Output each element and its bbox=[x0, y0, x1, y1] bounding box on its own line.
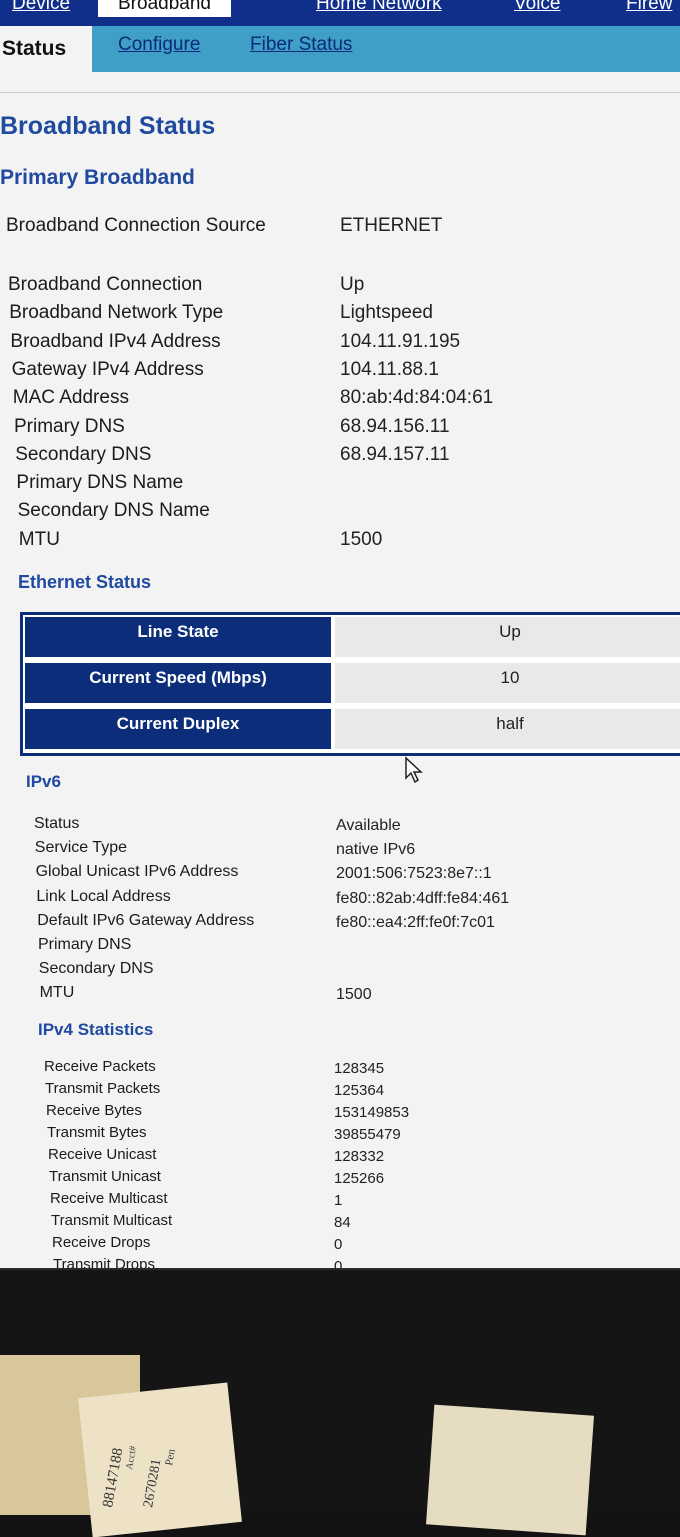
row-label: Primary DNS bbox=[14, 415, 125, 437]
subtab-configure[interactable]: Configure bbox=[118, 34, 200, 56]
row-value: native IPv6 bbox=[336, 841, 416, 859]
row-label: Link Local Address bbox=[36, 887, 171, 905]
row-label: Secondary DNS bbox=[15, 443, 152, 465]
row-value: 104.11.88.1 bbox=[340, 358, 439, 380]
nav-tab-home-network[interactable]: Home Network bbox=[316, 0, 442, 17]
paper-note bbox=[426, 1404, 594, 1536]
nav-tab-firewall[interactable]: Firew bbox=[626, 0, 672, 17]
table-row: Current Speed (Mbps) 10 bbox=[23, 661, 680, 705]
table-row: Line State Up bbox=[23, 615, 680, 659]
top-navigation: Device Broadband Home Network Voice Fire… bbox=[0, 0, 680, 26]
row-label: Receive Bytes bbox=[46, 1102, 142, 1119]
row-value: 1500 bbox=[340, 528, 383, 550]
line-state-label: Line State bbox=[23, 615, 333, 659]
row-label: Transmit Multicast bbox=[51, 1212, 173, 1229]
row-value: 80:ab:4d:84:04:61 bbox=[340, 387, 494, 409]
row-label: Default IPv6 Gateway Address bbox=[37, 911, 255, 929]
connection-source-value: ETHERNET bbox=[340, 215, 443, 236]
row-label: Primary DNS bbox=[38, 936, 132, 953]
subtab-status[interactable]: Status bbox=[0, 26, 92, 72]
page-title: Broadband Status bbox=[0, 112, 216, 140]
row-label: Status bbox=[34, 815, 80, 832]
row-label: Service Type bbox=[34, 839, 127, 857]
row-label: Broadband Network Type bbox=[9, 302, 224, 324]
current-speed-value: 10 bbox=[335, 663, 680, 703]
handwritten-note: 88147188 Acct# 2670281 Pen bbox=[100, 1445, 178, 1509]
row-label: Broadband IPv4 Address bbox=[10, 330, 221, 352]
row-value: fe80::ea4:2ff:fe0f:7c01 bbox=[336, 913, 495, 931]
row-label: Secondary DNS bbox=[38, 960, 154, 978]
connection-source-label: Broadband Connection Source bbox=[6, 215, 266, 236]
row-value: Up bbox=[340, 274, 365, 295]
divider bbox=[0, 92, 680, 93]
row-label: MAC Address bbox=[12, 387, 129, 409]
row-label: Receive Multicast bbox=[50, 1190, 168, 1207]
row-label: Receive Unicast bbox=[48, 1146, 157, 1163]
row-value: 0 bbox=[334, 1236, 343, 1253]
row-label: Gateway IPv4 Address bbox=[11, 358, 204, 380]
row-label: MTU bbox=[18, 528, 60, 550]
ethernet-status-heading: Ethernet Status bbox=[18, 572, 152, 592]
handwritten-line: Pen bbox=[163, 1448, 178, 1467]
row-value: 68.94.157.11 bbox=[340, 443, 450, 465]
row-label: Receive Drops bbox=[52, 1234, 151, 1251]
nav-tab-device[interactable]: Device bbox=[12, 0, 70, 17]
ipv6-heading: IPv6 bbox=[26, 772, 61, 791]
row-value: 104.11.91.195 bbox=[340, 330, 461, 352]
row-label: Transmit Packets bbox=[45, 1080, 161, 1097]
row-label: Global Unicast IPv6 Address bbox=[35, 863, 239, 881]
subtab-fiber-status[interactable]: Fiber Status bbox=[250, 34, 352, 56]
row-value: Available bbox=[336, 817, 401, 834]
row-value: 84 bbox=[334, 1214, 351, 1231]
ipv4-statistics-heading: IPv4 Statistics bbox=[38, 1020, 154, 1039]
row-value: fe80::82ab:4dff:fe84:461 bbox=[336, 889, 510, 907]
table-row: Current Duplex half bbox=[23, 707, 680, 751]
row-value: 128332 bbox=[334, 1148, 385, 1165]
row-value: 153149853 bbox=[334, 1104, 410, 1121]
current-duplex-value: half bbox=[335, 709, 680, 749]
handwritten-line: 88147188 bbox=[100, 1447, 126, 1509]
mouse-pointer-icon bbox=[405, 756, 423, 784]
row-label: Primary DNS Name bbox=[16, 472, 184, 494]
row-label: Receive Packets bbox=[44, 1058, 156, 1075]
handwritten-line: Acct# bbox=[124, 1445, 139, 1470]
row-label: MTU bbox=[39, 984, 75, 1002]
row-value: 125364 bbox=[334, 1082, 385, 1099]
row-value: 39855479 bbox=[334, 1126, 401, 1143]
row-value: 125266 bbox=[334, 1170, 385, 1187]
row-value: 128345 bbox=[334, 1060, 385, 1077]
browser-viewport: Device Broadband Home Network Voice Fire… bbox=[0, 0, 680, 1270]
row-label: Broadband Connection bbox=[8, 274, 203, 295]
row-value: 68.94.156.11 bbox=[340, 415, 450, 437]
nav-tab-voice[interactable]: Voice bbox=[514, 0, 560, 17]
nav-tab-broadband[interactable]: Broadband bbox=[98, 0, 231, 17]
row-value: 2001:506:7523:8e7::1 bbox=[336, 865, 492, 883]
current-speed-label: Current Speed (Mbps) bbox=[23, 661, 333, 705]
row-value: 1 bbox=[334, 1192, 343, 1209]
row-label: Transmit Unicast bbox=[49, 1168, 161, 1185]
ethernet-status-table: Line State Up Current Speed (Mbps) 10 Cu… bbox=[20, 612, 680, 756]
current-duplex-label: Current Duplex bbox=[23, 707, 333, 751]
primary-broadband-heading: Primary Broadband bbox=[0, 166, 195, 189]
row-value: Lightspeed bbox=[340, 302, 433, 324]
row-label: Secondary DNS Name bbox=[17, 500, 210, 522]
line-state-value: Up bbox=[335, 617, 680, 657]
row-label: Transmit Bytes bbox=[47, 1124, 147, 1141]
row-value: 1500 bbox=[336, 986, 372, 1004]
sub-navigation: Status Configure Fiber Status bbox=[0, 26, 680, 72]
handwritten-line: 2670281 bbox=[141, 1458, 164, 1509]
